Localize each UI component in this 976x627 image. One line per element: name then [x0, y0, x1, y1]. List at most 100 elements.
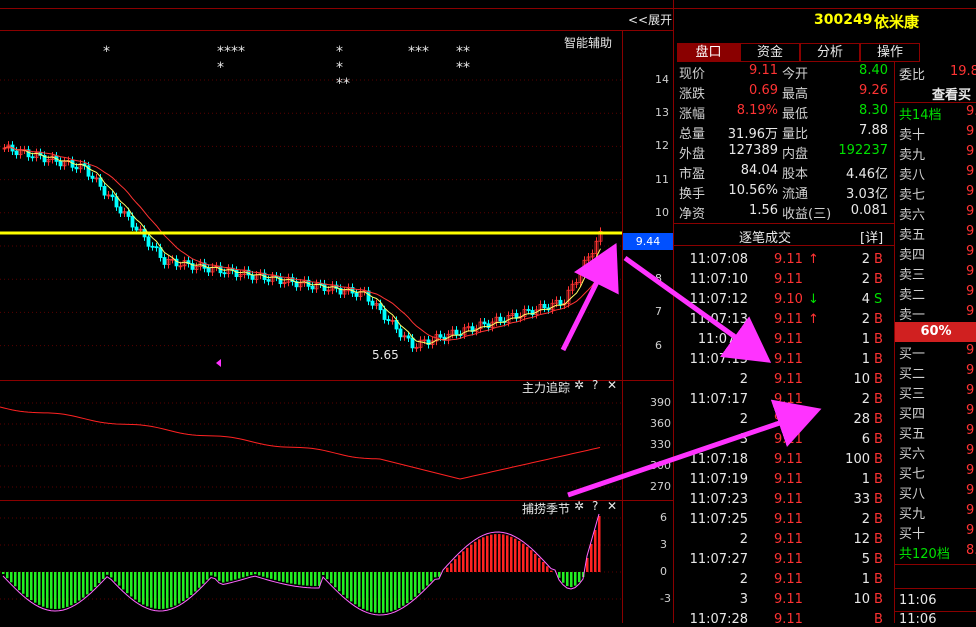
indicator-tick: 3	[660, 538, 667, 551]
tab-pankou[interactable]: 盘口	[677, 43, 740, 62]
trade-time: 2	[739, 372, 748, 387]
histogram-bar	[278, 572, 281, 581]
quote-label: 最高	[782, 87, 809, 102]
quote-value: 4.46亿	[846, 167, 888, 182]
histogram-bar	[482, 537, 485, 572]
candle-body	[14, 150, 19, 156]
trades-title: 逐笔成交	[739, 231, 792, 246]
histogram-bar	[558, 572, 561, 578]
quote-value: 10.56%	[728, 183, 778, 198]
histogram-bar	[186, 572, 189, 599]
histogram-bar	[518, 540, 521, 572]
histogram-bar	[34, 572, 37, 603]
view-orders-button[interactable]: 查看买	[932, 84, 971, 103]
sell-level-label: 卖六	[899, 208, 926, 223]
trade-price: 9.11	[774, 592, 803, 607]
candle-body	[498, 316, 503, 322]
trade-price: 9.11	[774, 472, 803, 487]
divider	[674, 245, 894, 246]
candlestick-chart[interactable]	[0, 30, 622, 380]
buy-level-label: 买五	[899, 427, 926, 442]
sell-level-price: 9	[966, 164, 975, 179]
candle-body	[222, 272, 227, 275]
current-price-marker: 9.44	[623, 233, 673, 250]
trade-price: 9.11	[774, 392, 803, 407]
trade-time: 11:07:15	[689, 352, 748, 367]
candle-body	[310, 285, 315, 290]
histogram-bar	[478, 539, 481, 572]
quote-value: 9.11	[749, 63, 778, 78]
quote-label: 净资	[679, 207, 706, 222]
expand-button[interactable]: <<展开	[628, 11, 672, 28]
histogram-bar	[594, 530, 597, 572]
quote-label: 市盈	[679, 167, 706, 182]
histogram-bar	[550, 570, 553, 572]
trade-price: 9.11	[774, 372, 803, 387]
ratio-label: 委比	[899, 68, 926, 83]
candle-body	[382, 309, 387, 320]
histogram-bar	[274, 572, 277, 580]
histogram-bar	[46, 572, 49, 608]
histogram-bar	[446, 567, 449, 572]
histogram-bar	[506, 535, 509, 572]
histogram-bar	[490, 534, 493, 572]
tab-funds[interactable]: 资金	[740, 43, 800, 62]
sell-level-price: 9	[966, 144, 975, 159]
candle-body	[406, 335, 411, 339]
histogram-bar	[94, 572, 97, 588]
trade-volume: 10	[853, 372, 870, 387]
trade-time: 11:07:27	[689, 552, 748, 567]
histogram-bar	[254, 572, 257, 575]
trend-arrow-icon: ↑	[808, 252, 819, 267]
histogram-bar	[178, 572, 181, 604]
histogram-bar	[342, 572, 345, 595]
candle-body	[370, 300, 375, 306]
histogram-bar	[246, 572, 249, 577]
histogram-bar	[410, 572, 413, 601]
trade-volume: 2	[861, 252, 870, 267]
tab-operation[interactable]: 操作	[860, 43, 920, 62]
indicator-tick: -3	[660, 592, 671, 605]
trades-detail-link[interactable]: [详]	[860, 227, 883, 246]
trade-side: B	[874, 432, 883, 447]
candle-body	[454, 329, 459, 335]
histogram-bar	[578, 572, 581, 583]
histogram-bar	[234, 572, 237, 580]
histogram-bar	[110, 572, 113, 578]
sell-level-price: 9	[966, 284, 975, 299]
histogram-bar	[54, 572, 57, 609]
quote-value: 9.26	[859, 83, 888, 98]
histogram-bar	[202, 572, 205, 584]
quote-label: 内盘	[782, 147, 809, 162]
indicator-tick: 390	[650, 396, 671, 409]
trade-side: B	[874, 612, 883, 627]
chart-panel[interactable]: <<展开 * **** * * * ** *** ** ** 智能辅助 5.65…	[0, 0, 673, 623]
sell-level-price: 9	[966, 184, 975, 199]
histogram-bar	[382, 572, 385, 613]
sell-total-value: 9.	[966, 104, 976, 119]
histogram-bar	[14, 572, 17, 587]
trade-volume: 1	[861, 352, 870, 367]
histogram-bar	[390, 572, 393, 612]
trade-price: 9.11	[774, 552, 803, 567]
candle-body	[386, 319, 391, 322]
candle-body	[354, 292, 359, 297]
trade-side: B	[874, 352, 883, 367]
main-force-chart[interactable]	[0, 381, 622, 500]
trade-price: 9.10	[774, 292, 803, 307]
quote-value: 84.04	[740, 163, 778, 178]
tab-analysis[interactable]: 分析	[800, 43, 860, 62]
histogram-bar	[562, 572, 565, 583]
histogram-bar	[38, 572, 41, 605]
histogram-bar	[346, 572, 349, 599]
histogram-bar	[42, 572, 45, 607]
trade-time: 2	[739, 412, 748, 427]
sell-level-price: 9	[966, 204, 975, 219]
buy-total: 共120档	[899, 547, 950, 562]
sell-total: 共14档	[899, 108, 942, 123]
trade-side: B	[874, 592, 883, 607]
season-histogram[interactable]	[0, 501, 622, 623]
buy-level-price: 9	[966, 523, 975, 538]
candle-body	[30, 156, 35, 159]
candle-body	[542, 303, 547, 309]
